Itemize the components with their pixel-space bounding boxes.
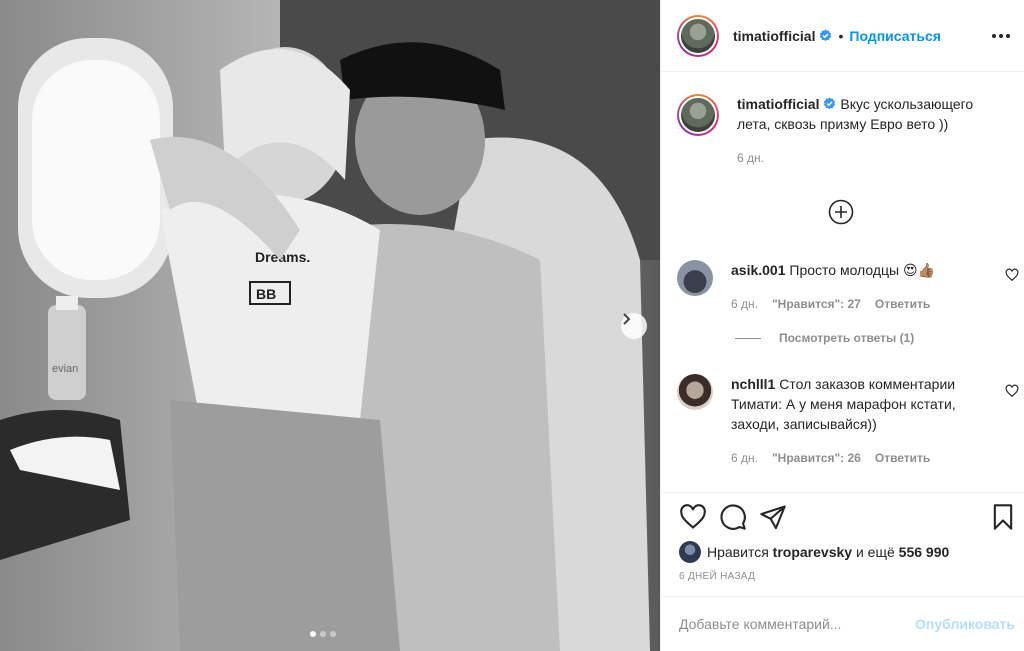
- action-icons: [661, 493, 1024, 541]
- caption-username[interactable]: timatiofficial: [737, 96, 819, 112]
- likes-summary: Нравится troparevsky и ещё 556 990: [661, 541, 1024, 563]
- child-jeans: [170, 400, 400, 651]
- add-comment-bar: Опубликовать: [661, 596, 1024, 651]
- caption-time[interactable]: 6 дн.: [737, 148, 764, 168]
- photo-illustration: evian Dreams. BB: [0, 0, 660, 651]
- comment-input[interactable]: [679, 616, 916, 632]
- comment-item: asik.001 Просто молодцы 😍👍🏽 6 дн. "Нрави…: [677, 260, 1001, 314]
- next-photo-button[interactable]: [621, 313, 647, 339]
- commenter-username[interactable]: nchlll1: [731, 376, 775, 392]
- author-avatar[interactable]: [677, 14, 719, 57]
- comment-text: Просто молодцы 😍👍🏽: [789, 262, 936, 278]
- bottle-label: evian: [52, 363, 78, 375]
- author-avatar[interactable]: [677, 94, 719, 136]
- comment-likes[interactable]: "Нравится": 26: [772, 448, 861, 468]
- carousel-dot: [330, 631, 336, 637]
- comment-time[interactable]: 6 дн.: [731, 294, 758, 314]
- post-sidebar: timatiofficial • Подписаться timatioffic…: [660, 0, 1024, 651]
- likes-prefix: Нравится: [707, 544, 769, 560]
- liker-avatar[interactable]: [679, 541, 701, 563]
- likes-count[interactable]: 556 990: [899, 544, 950, 560]
- liker-username[interactable]: troparevsky: [773, 544, 852, 560]
- post-actions: Нравится troparevsky и ещё 556 990 6 ДНЕ…: [661, 492, 1024, 582]
- likes-mid: и ещё: [855, 544, 895, 560]
- post-date[interactable]: 6 ДНЕЙ НАЗАД: [661, 571, 1024, 582]
- commenter-username[interactable]: asik.001: [731, 262, 786, 278]
- comment-likes[interactable]: "Нравится": 27: [772, 294, 861, 314]
- reply-button[interactable]: Ответить: [875, 294, 930, 314]
- more-options-button[interactable]: [989, 24, 1013, 48]
- sweater-tag: BB: [256, 286, 276, 302]
- commenter-avatar[interactable]: [677, 374, 713, 410]
- reply-button[interactable]: Ответить: [875, 448, 930, 468]
- verified-badge-icon: [824, 97, 836, 110]
- post-header: timatiofficial • Подписаться: [661, 0, 1024, 72]
- chevron-right-icon: [623, 313, 631, 325]
- post-photo[interactable]: evian Dreams. BB: [0, 0, 660, 651]
- author-username[interactable]: timatiofficial: [733, 28, 815, 44]
- view-replies-label: Посмотреть ответы (1): [779, 331, 915, 345]
- plus-circle-icon[interactable]: [828, 199, 854, 225]
- caption: timatiofficial Вкус ускользающего лета, …: [677, 94, 1007, 168]
- carousel-dots: [310, 631, 336, 637]
- publish-button[interactable]: Опубликовать: [915, 616, 1015, 632]
- view-replies-button[interactable]: Посмотреть ответы (1): [735, 331, 914, 345]
- water-bottle: [48, 305, 86, 400]
- heart-icon[interactable]: [679, 503, 707, 531]
- more-dots-icon: [992, 34, 1010, 38]
- commenter-avatar[interactable]: [677, 260, 713, 296]
- bookmark-icon[interactable]: [989, 503, 1017, 531]
- follow-button[interactable]: Подписаться: [849, 28, 941, 44]
- verified-badge-icon: [820, 29, 832, 42]
- comment-item: nchlll1 Стол заказов комментарии Тимати:…: [677, 374, 1001, 468]
- separator-dot: •: [838, 27, 844, 44]
- carousel-dot: [320, 631, 326, 637]
- heart-icon[interactable]: [1005, 384, 1019, 398]
- paper-plane-icon[interactable]: [759, 503, 787, 531]
- comment-time[interactable]: 6 дн.: [731, 448, 758, 468]
- heart-icon[interactable]: [1005, 268, 1019, 282]
- comment-icon[interactable]: [719, 503, 747, 531]
- comments-list: timatiofficial Вкус ускользающего лета, …: [661, 72, 1024, 492]
- carousel-dot: [310, 631, 316, 637]
